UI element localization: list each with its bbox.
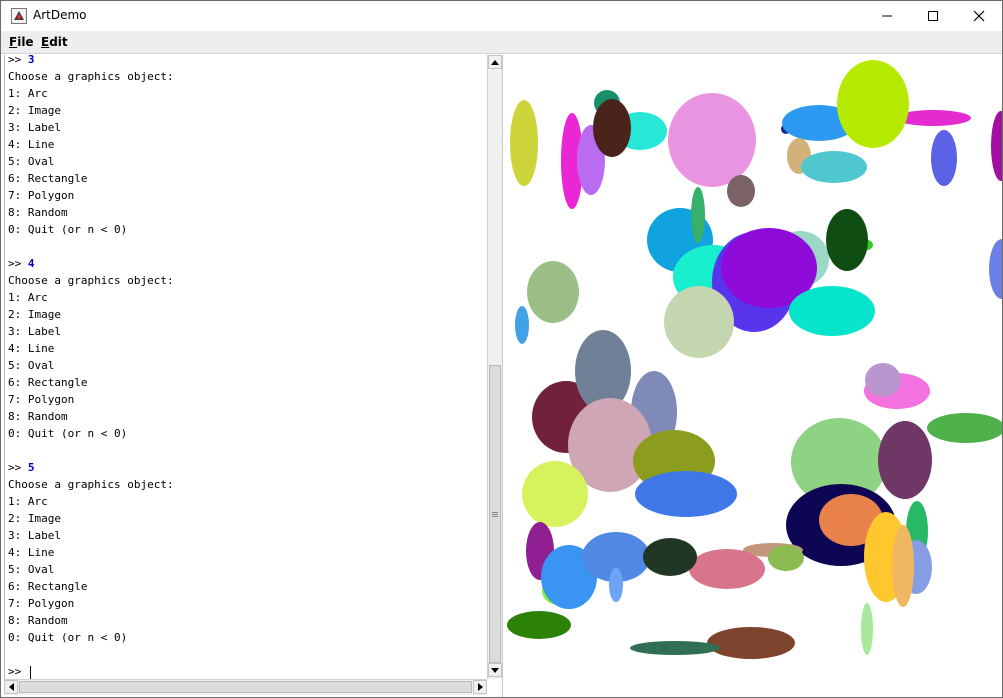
menu-bar: File Edit: [1, 31, 1002, 54]
oval-shape: [878, 421, 932, 499]
arrow-down-icon: [491, 667, 499, 673]
oval-shape: [865, 363, 901, 397]
menu-file[interactable]: File: [9, 35, 34, 49]
oval-shape: [593, 99, 631, 157]
menu-edit-label: dit: [49, 35, 68, 49]
oval-shape: [837, 60, 909, 148]
grip-line: [492, 516, 498, 517]
oval-shape: [691, 187, 705, 243]
oval-shape: [507, 611, 571, 639]
oval-shape: [689, 549, 765, 589]
arrow-left-icon: [8, 683, 14, 691]
ovals-drawing: [507, 60, 1002, 659]
close-icon: [973, 10, 985, 22]
oval-shape: [892, 525, 914, 607]
oval-shape: [801, 151, 867, 183]
horizontal-scroll-thumb[interactable]: [19, 681, 472, 693]
maximize-icon: [928, 11, 938, 21]
console-horizontal-scrollbar[interactable]: [4, 679, 487, 695]
console-output[interactable]: >> 3 Choose a graphics object: 1: Arc 2:…: [4, 55, 488, 679]
title-bar[interactable]: ArtDemo: [1, 1, 1002, 31]
scroll-right-button[interactable]: [473, 680, 487, 694]
console-user-input: 3: [27, 55, 35, 66]
grip-line: [492, 514, 498, 515]
vertical-scroll-thumb[interactable]: [489, 365, 501, 663]
menu-file-mnemonic: F: [9, 35, 18, 49]
menu-edit-mnemonic: E: [41, 35, 50, 49]
menu-edit[interactable]: Edit: [41, 35, 68, 49]
oval-shape: [664, 286, 734, 358]
oval-shape: [826, 209, 868, 271]
minimize-button[interactable]: [864, 1, 910, 31]
console-text: >> 3 Choose a graphics object: 1: Arc 2:…: [8, 55, 174, 679]
window-title: ArtDemo: [33, 8, 87, 22]
oval-shape: [522, 461, 588, 527]
app-window: ArtDemo File Edit >> 3 Choose a graphics…: [0, 0, 1003, 698]
oval-shape: [668, 93, 756, 187]
oval-shape: [768, 545, 804, 571]
oval-shape: [609, 568, 623, 602]
oval-shape: [931, 130, 957, 186]
oval-shape: [510, 100, 538, 186]
console-user-input: 4: [27, 257, 35, 270]
oval-shape: [707, 627, 795, 659]
oval-shape: [789, 286, 875, 336]
close-button[interactable]: [956, 1, 1002, 31]
menu-file-label: ile: [17, 35, 34, 49]
java-duke-icon: [11, 8, 27, 24]
console-user-input: 5: [27, 461, 35, 474]
oval-shape: [927, 413, 1002, 443]
scroll-down-button[interactable]: [488, 663, 502, 677]
oval-shape: [527, 261, 579, 323]
oval-shape: [630, 641, 720, 655]
scroll-up-button[interactable]: [488, 55, 502, 69]
oval-shape: [727, 175, 755, 207]
text-caret: [29, 665, 31, 679]
graphics-canvas[interactable]: [502, 55, 1002, 697]
maximize-button[interactable]: [910, 1, 956, 31]
oval-shape: [635, 471, 737, 517]
oval-shape: [991, 111, 1002, 181]
minimize-icon: [882, 15, 892, 17]
oval-shape: [989, 239, 1002, 299]
oval-shape: [861, 603, 873, 655]
console-vertical-scrollbar[interactable]: [487, 55, 502, 679]
scroll-left-button[interactable]: [4, 680, 18, 694]
oval-shape: [643, 538, 697, 576]
grip-line: [492, 512, 498, 513]
oval-shape: [515, 306, 529, 344]
arrow-right-icon: [477, 683, 483, 691]
arrow-up-icon: [491, 59, 499, 65]
